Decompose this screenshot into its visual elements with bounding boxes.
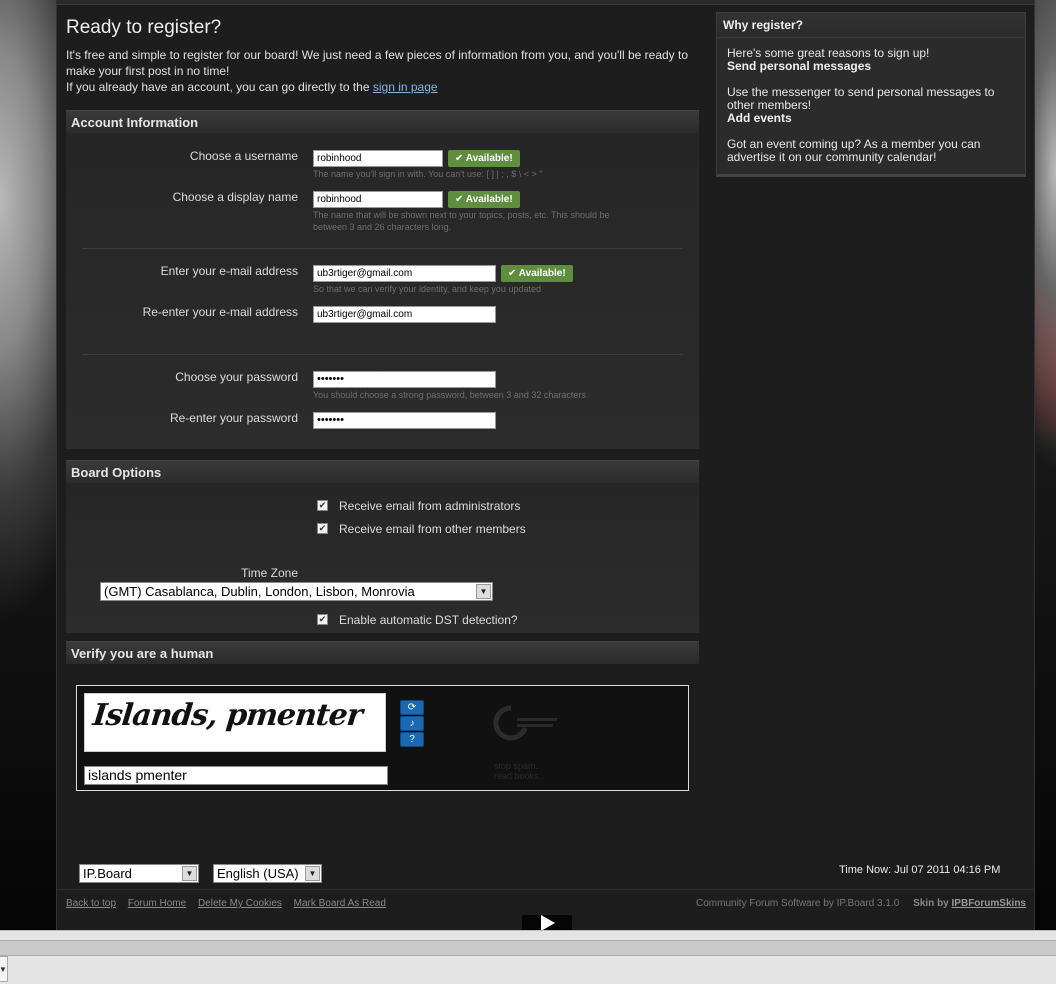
why-register-body: Here's some great reasons to sign up! Se… bbox=[727, 47, 1019, 164]
display-name-hint-1: The name that will be shown next to your… bbox=[313, 210, 610, 220]
mark-read-link[interactable]: Mark Board As Read bbox=[294, 898, 386, 909]
why-register-panel: Why register? Here's some great reasons … bbox=[716, 12, 1026, 177]
browser-status-area bbox=[0, 930, 1056, 984]
chevron-down-icon[interactable]: ▼ bbox=[182, 866, 197, 881]
divider bbox=[82, 248, 683, 249]
benefit-title-messages: Send personal messages bbox=[727, 59, 872, 73]
captcha-answer-input[interactable]: islands pmenter bbox=[84, 766, 388, 785]
language-select[interactable]: English (USA) ▼ bbox=[213, 864, 322, 883]
display-name-available-badge: ✔ Available! bbox=[448, 191, 520, 208]
username-available-badge: ✔ Available! bbox=[448, 150, 520, 167]
password-confirm-input[interactable]: ••••••• bbox=[313, 412, 496, 429]
email-confirm-input[interactable]: ub3rtiger@gmail.com bbox=[313, 306, 496, 323]
powered-by: Community Forum Software by IP.Board 3.1… bbox=[696, 898, 900, 909]
recaptcha-tagline: stop spam. read books. bbox=[494, 761, 541, 781]
board-options-heading: Board Options bbox=[66, 460, 699, 483]
page-title: Ready to register? bbox=[66, 17, 222, 38]
password-confirm-label: Re-enter your password bbox=[169, 411, 298, 425]
footer-links: Back to top Forum Home Delete My Cookies… bbox=[66, 898, 395, 909]
email-input[interactable]: ub3rtiger@gmail.com bbox=[313, 265, 496, 282]
display-name-label: Choose a display name bbox=[172, 190, 298, 204]
dst-label: Enable automatic DST detection? bbox=[339, 613, 518, 627]
admin-email-checkbox[interactable]: ✔ bbox=[317, 500, 328, 511]
email-hint: So that we can verify your identity, and… bbox=[313, 284, 541, 294]
intro-text: It's free and simple to register for our… bbox=[66, 47, 706, 95]
member-email-label: Receive email from other members bbox=[339, 522, 526, 536]
email-confirm-label: Re-enter your e-mail address bbox=[142, 305, 298, 319]
skin-author-link[interactable]: IPBForumSkins bbox=[952, 898, 1026, 909]
browser-scrollbar[interactable] bbox=[0, 940, 1056, 956]
verify-heading: Verify you are a human bbox=[66, 641, 699, 664]
chevron-down-icon[interactable]: ▼ bbox=[0, 956, 8, 982]
chevron-down-icon[interactable]: ▼ bbox=[476, 584, 491, 599]
account-section: Choose a username robinhood ✔ Available!… bbox=[66, 133, 699, 449]
play-icon bbox=[541, 915, 555, 931]
skin-by-prefix: Skin by bbox=[913, 898, 952, 909]
dst-checkbox[interactable]: ✔ bbox=[317, 614, 328, 625]
captcha-image: Islands, pmenter bbox=[84, 693, 386, 752]
skin-selected: IP.Board bbox=[83, 866, 132, 881]
username-input[interactable]: robinhood bbox=[313, 150, 443, 167]
email-label: Enter your e-mail address bbox=[160, 264, 298, 278]
captcha-widget: Islands, pmenter ⟳ ♪ ? islands pmenter s… bbox=[76, 685, 689, 791]
help-icon[interactable]: ? bbox=[400, 732, 424, 747]
time-now: Time Now: Jul 07 2011 04:16 PM bbox=[839, 864, 1001, 876]
chevron-down-icon[interactable]: ▼ bbox=[305, 866, 320, 881]
benefit-text-events: Got an event coming up? As a member you … bbox=[727, 137, 981, 164]
display-name-input[interactable]: robinhood bbox=[313, 191, 443, 208]
password-label: Choose your password bbox=[175, 370, 298, 384]
intro-line-1: It's free and simple to register for our… bbox=[66, 48, 689, 78]
back-to-top-link[interactable]: Back to top bbox=[66, 898, 116, 909]
board-options-section: ✔ Receive email from administrators ✔ Re… bbox=[66, 483, 699, 633]
forum-wrapper: Ready to register? It's free and simple … bbox=[56, 0, 1035, 931]
media-play-button[interactable] bbox=[522, 915, 572, 931]
password-input[interactable]: ••••••• bbox=[313, 371, 496, 388]
recaptcha-line-2: read books. bbox=[494, 771, 542, 781]
timezone-select[interactable]: (GMT) Casablanca, Dublin, London, Lisbon… bbox=[100, 582, 493, 601]
intro-line-2: If you already have an account, you can … bbox=[66, 80, 373, 94]
timezone-selected: (GMT) Casablanca, Dublin, London, Lisbon… bbox=[104, 584, 415, 599]
language-selected: English (USA) bbox=[217, 866, 299, 881]
member-email-checkbox[interactable]: ✔ bbox=[317, 523, 328, 534]
delete-cookies-link[interactable]: Delete My Cookies bbox=[198, 898, 282, 909]
email-available-badge: ✔ Available! bbox=[501, 265, 573, 282]
timezone-label: Time Zone bbox=[241, 566, 298, 580]
benefit-text-messages: Use the messenger to send personal messa… bbox=[727, 85, 995, 112]
username-hint: The name you'll sign in with. You can't … bbox=[313, 169, 543, 179]
recaptcha-logo-icon bbox=[493, 705, 557, 741]
sign-in-link[interactable]: sign in page bbox=[373, 80, 438, 94]
forum-home-link[interactable]: Forum Home bbox=[128, 898, 186, 909]
account-section-heading: Account Information bbox=[66, 110, 699, 133]
display-name-hint-2: between 3 and 26 characters long. bbox=[313, 222, 452, 232]
divider bbox=[82, 354, 683, 355]
top-border bbox=[57, 0, 1034, 5]
username-label: Choose a username bbox=[189, 149, 298, 163]
captcha-word: Islands, pmenter bbox=[91, 698, 364, 733]
admin-email-label: Receive email from administrators bbox=[339, 499, 521, 513]
skin-select[interactable]: IP.Board ▼ bbox=[79, 864, 199, 883]
password-hint: You should choose a strong password, bet… bbox=[313, 390, 586, 400]
footer-credits: Community Forum Software by IP.Board 3.1… bbox=[696, 898, 1026, 909]
refresh-icon[interactable]: ⟳ bbox=[400, 700, 424, 715]
why-register-heading: Why register? bbox=[717, 13, 1025, 38]
benefit-title-events: Add events bbox=[727, 111, 792, 125]
recaptcha-line-1: stop spam. bbox=[494, 761, 539, 771]
audio-icon[interactable]: ♪ bbox=[400, 716, 424, 731]
footer-divider bbox=[57, 889, 1034, 890]
